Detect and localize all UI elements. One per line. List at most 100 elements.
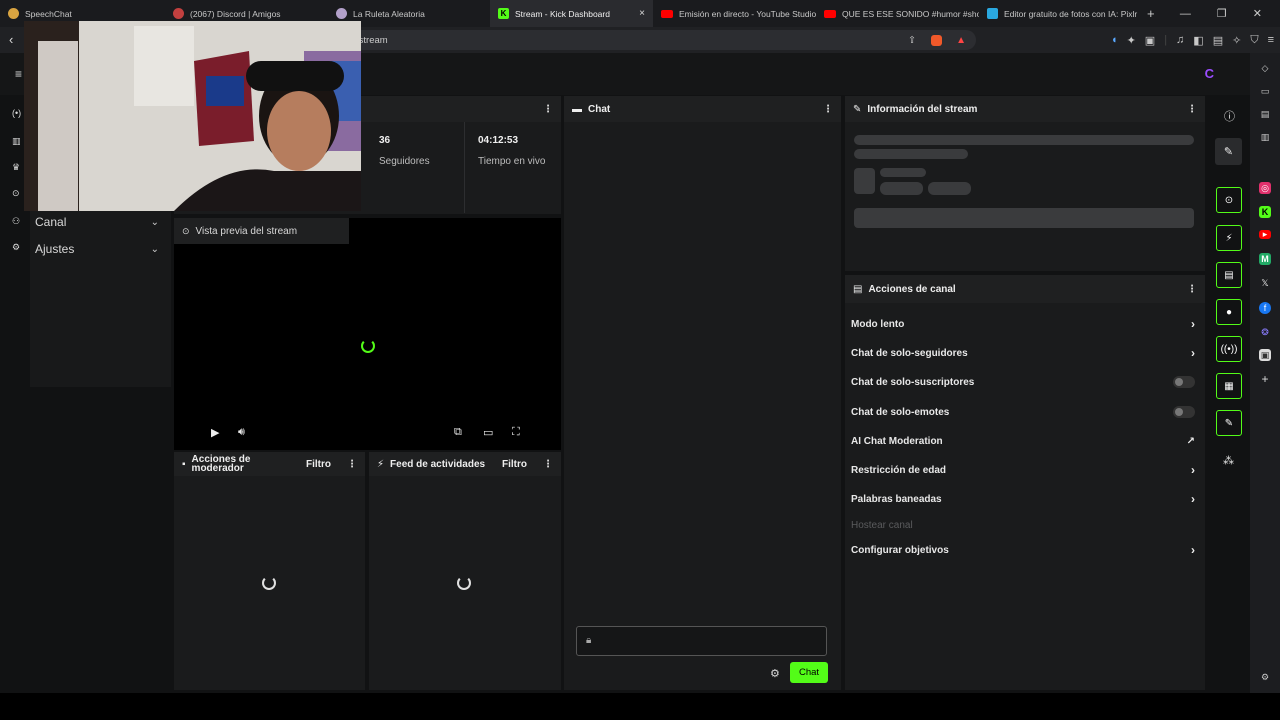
edit-layout-button[interactable]: ✎ <box>1215 138 1242 165</box>
preview-icon: ⊙ <box>182 225 190 236</box>
fullscreen-icon[interactable]: ⛶ <box>512 426 520 439</box>
kick-icon[interactable]: K <box>1259 206 1271 218</box>
chat-send-button[interactable]: Chat <box>790 662 828 683</box>
people-icon[interactable]: ⚇ <box>12 216 24 228</box>
play-icon[interactable]: ▶ <box>211 426 219 439</box>
wallet-icon[interactable]: ▤ <box>1213 34 1223 47</box>
broadcast-widget-button[interactable]: ((•)) <box>1216 336 1242 362</box>
share-icon[interactable]: ⇪ <box>908 35 916 46</box>
action-label: Chat de solo-emotes <box>851 406 950 418</box>
brave-shields-icon[interactable] <box>931 34 942 46</box>
info-icon[interactable]: ⓘ <box>1224 108 1235 124</box>
more-options-icon[interactable]: ⋮ <box>543 459 553 470</box>
action-ai-moderation[interactable]: AI Chat Moderation ↗ <box>851 431 1201 451</box>
music-icon[interactable]: ♫ <box>1176 34 1184 46</box>
chevron-right-icon: › <box>1191 463 1195 477</box>
new-tab-button[interactable]: + <box>1139 6 1163 21</box>
chat-message-input[interactable]: 🔒︎ <box>576 626 827 656</box>
leo-ai-icon[interactable]: ✧ <box>1232 34 1241 47</box>
tab-title: Editor gratuito de fotos con IA: Pixlr <box>1004 8 1138 19</box>
nav-item-canal[interactable]: Canal ⌄ <box>30 211 171 233</box>
uptime-label: Tiempo en vivo <box>478 156 546 167</box>
reading-list-icon[interactable]: ▥ <box>1259 131 1271 143</box>
chat-settings-gear-icon[interactable]: ⚙ <box>770 667 780 680</box>
sidebar-toggle-icon[interactable]: ◧ <box>1193 34 1203 47</box>
emotes-only-toggle[interactable] <box>1173 406 1195 418</box>
more-options-icon[interactable]: ⋮ <box>347 459 357 470</box>
picture-in-picture-icon[interactable]: ⧉ <box>454 426 462 439</box>
ai-assistant-icon[interactable]: ❂ <box>1259 326 1271 338</box>
vpn-shield-icon[interactable]: ⛉ <box>1250 34 1258 47</box>
facebook-icon[interactable]: f <box>1259 302 1271 314</box>
action-banned-words[interactable]: Palabras baneadas › <box>851 489 1201 509</box>
notes-widget-button[interactable]: ▤ <box>1216 262 1242 288</box>
analytics-icon[interactable]: ▥ <box>12 136 24 148</box>
browser-tab[interactable]: Editor gratuito de fotos con IA: Pixlr <box>979 0 1139 27</box>
tab-title: Stream - Kick Dashboard <box>515 8 610 19</box>
nav-item-ajustes[interactable]: Ajustes ⌄ <box>30 238 171 260</box>
window-controls: — ❐ ✕ <box>1180 0 1280 27</box>
action-followers-only[interactable]: Chat de solo-seguidores › <box>851 343 1201 363</box>
volume-icon[interactable]: 🔊︎ <box>238 426 245 439</box>
action-age-restriction[interactable]: Restricción de edad › <box>851 460 1201 480</box>
browser-tab[interactable]: QUE ES ESE SONIDO #humor #short <box>816 0 979 27</box>
action-label: Chat de solo-suscriptores <box>851 376 975 388</box>
theater-mode-icon[interactable]: ▭ <box>483 426 493 439</box>
action-slow-mode[interactable]: Modo lento › <box>851 314 1201 334</box>
close-window-icon[interactable]: ✕ <box>1253 7 1262 20</box>
more-options-icon[interactable]: ⋮ <box>823 104 833 115</box>
brave-rewards-icon[interactable]: ▲ <box>956 35 966 46</box>
skeleton-line <box>880 168 926 177</box>
trophy-icon[interactable]: ♛ <box>12 162 24 174</box>
preview-widget-button[interactable]: ▦ <box>1216 373 1242 399</box>
moderation-icon[interactable]: ⊙ <box>12 188 24 200</box>
hamburger-menu-icon[interactable]: ≡ <box>15 67 22 81</box>
back-icon[interactable]: ‹ <box>9 32 13 47</box>
skeleton-line <box>854 135 1194 145</box>
m-app-icon[interactable]: M <box>1259 253 1271 265</box>
channel-actions-title: Acciones de canal <box>868 283 956 295</box>
browser-tab[interactable]: Emisión en directo - YouTube Studio <box>653 0 816 27</box>
more-options-icon[interactable]: ⋮ <box>1187 284 1197 295</box>
bookmarks-icon[interactable]: ▤ <box>1259 108 1271 120</box>
chevron-right-icon: › <box>1191 543 1195 557</box>
pin-icon[interactable]: ◇ <box>1259 62 1271 74</box>
more-options-icon[interactable]: ⋮ <box>543 104 553 115</box>
channel-actions-icon: ▤ <box>853 283 863 295</box>
followers-stat: 36 Seguidores <box>367 122 465 213</box>
moderator-filter-button[interactable]: Filtro <box>306 459 331 470</box>
close-tab-icon[interactable]: × <box>639 8 645 19</box>
youtube-icon[interactable]: ▸ <box>1259 229 1271 239</box>
activity-widget-button[interactable]: ⚡︎ <box>1216 225 1242 251</box>
chat-widget-button[interactable]: ● <box>1216 299 1242 325</box>
activity-filter-button[interactable]: Filtro <box>502 459 527 470</box>
browser-tab-active[interactable]: K Stream - Kick Dashboard × <box>490 0 653 27</box>
x-twitter-icon[interactable]: 𝕏 <box>1259 277 1271 289</box>
action-set-goals[interactable]: Configurar objetivos › <box>851 540 1201 560</box>
translate-icon[interactable]: ◖ <box>1111 34 1118 46</box>
menu-icon[interactable]: ≡ <box>1268 34 1274 46</box>
stream-preview-panel: ⊙ Vista previa del stream ▶ 🔊︎ ⧉ ▭ ⛶ <box>174 218 561 450</box>
followers-label: Seguidores <box>379 156 430 167</box>
live-broadcast-icon[interactable]: (•) <box>12 108 24 120</box>
gear-icon[interactable]: ⚙ <box>12 242 24 254</box>
subscribers-only-toggle[interactable] <box>1173 376 1195 388</box>
sidebar-settings-gear-icon[interactable]: ⚙ <box>1259 671 1271 683</box>
instagram-icon[interactable]: ◎ <box>1259 182 1271 194</box>
moderation-widget-button[interactable]: ⊙ <box>1216 187 1242 213</box>
screenshot-icon[interactable]: ▣ <box>1145 34 1155 47</box>
kick-brand-icon: C <box>1204 66 1214 81</box>
address-bar[interactable]: /stream ⇪ ▲ <box>330 30 976 50</box>
action-label: Hostear canal <box>851 519 913 531</box>
more-widgets-icon[interactable]: ⁂ <box>1223 454 1234 467</box>
restore-icon[interactable]: ❐ <box>1217 7 1227 20</box>
minimize-icon[interactable]: — <box>1180 8 1191 20</box>
wallet-icon[interactable]: ▭ <box>1259 85 1271 97</box>
lightning-icon: ⚡︎ <box>377 458 385 470</box>
add-sidebar-item-icon[interactable]: + <box>1259 372 1271 386</box>
more-options-icon[interactable]: ⋮ <box>1187 104 1197 115</box>
tab-title: SpeechChat <box>25 8 72 19</box>
tools-widget-button[interactable]: ✎ <box>1216 410 1242 436</box>
photo-app-icon[interactable]: ▣ <box>1259 349 1271 361</box>
extensions-icon[interactable]: ✦ <box>1127 34 1136 47</box>
